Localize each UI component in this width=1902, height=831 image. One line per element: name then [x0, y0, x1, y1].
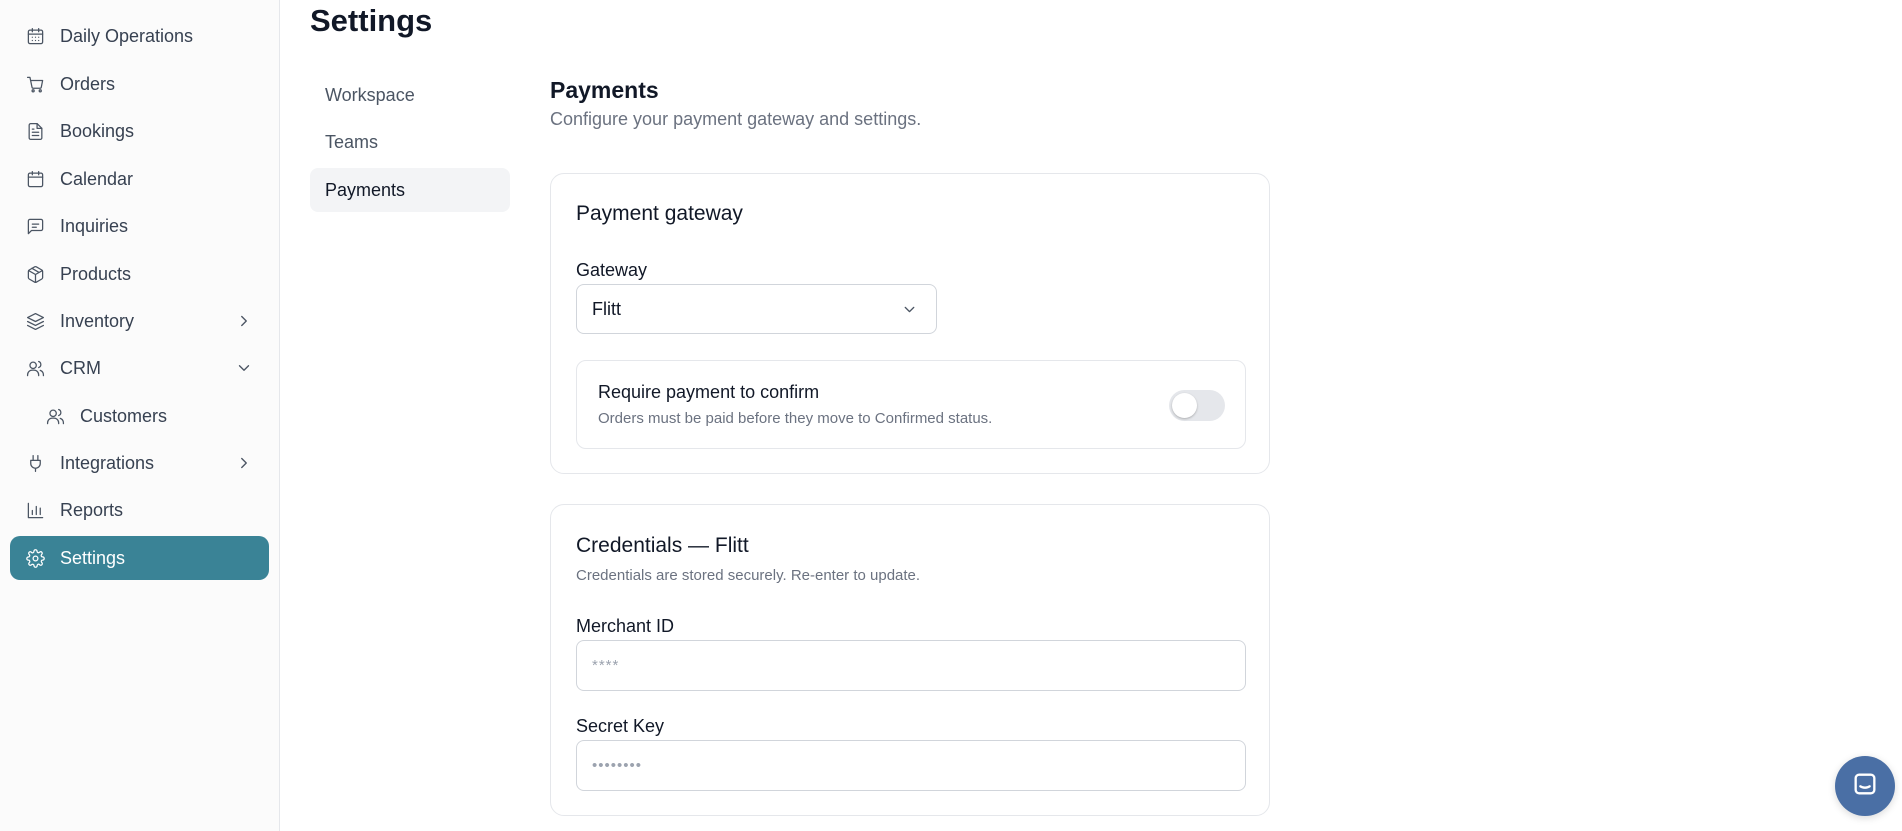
calendar-grid-icon [25, 26, 45, 46]
settings-nav-workspace[interactable]: Workspace [310, 73, 510, 117]
sidebar-item-label: Daily Operations [60, 25, 194, 46]
sidebar: Daily Operations Orders Bookings Calenda… [0, 0, 280, 831]
sidebar-item-bookings[interactable]: Bookings [10, 109, 269, 153]
sidebar-item-settings[interactable]: Settings [10, 536, 269, 580]
merchant-id-input[interactable] [576, 640, 1246, 691]
sidebar-item-reports[interactable]: Reports [10, 488, 269, 532]
sidebar-item-crm[interactable]: CRM [10, 346, 269, 390]
chevron-right-icon [235, 312, 253, 330]
settings-nav-payments[interactable]: Payments [310, 168, 510, 212]
chat-icon [1851, 770, 1879, 803]
sidebar-item-label: CRM [60, 357, 101, 378]
sidebar-item-daily-operations[interactable]: Daily Operations [10, 14, 269, 58]
sidebar-item-label: Bookings [60, 120, 135, 141]
sidebar-item-customers[interactable]: Customers [30, 394, 269, 438]
plug-icon [25, 453, 45, 473]
credentials-card: Credentials — Flitt Credentials are stor… [550, 504, 1270, 816]
box-icon [25, 264, 45, 284]
secret-key-label: Secret Key [576, 716, 665, 736]
section-title: Payments [550, 77, 659, 103]
card-description: Credentials are stored securely. Re-ente… [576, 567, 921, 584]
sidebar-item-label: Calendar [60, 168, 134, 189]
require-payment-description: Orders must be paid before they move to … [598, 410, 993, 427]
gateway-label: Gateway [576, 260, 648, 280]
document-icon [25, 121, 45, 141]
sidebar-item-label: Orders [60, 73, 116, 94]
sidebar-item-label: Inventory [60, 310, 135, 331]
layers-icon [25, 311, 45, 331]
chevron-down-icon [235, 359, 253, 377]
sidebar-item-orders[interactable]: Orders [10, 62, 269, 106]
users-icon [25, 358, 45, 378]
gear-icon [25, 548, 45, 568]
chevron-right-icon [235, 454, 253, 472]
gateway-select-value: Flitt [592, 298, 621, 319]
sidebar-item-calendar[interactable]: Calendar [10, 157, 269, 201]
sidebar-item-products[interactable]: Products [10, 252, 269, 296]
message-icon [25, 216, 45, 236]
sidebar-item-integrations[interactable]: Integrations [10, 441, 269, 485]
sidebar-item-label: Integrations [60, 452, 155, 473]
card-title: Credentials — Flitt [576, 534, 749, 557]
page-title: Settings [310, 3, 433, 38]
card-title: Payment gateway [576, 202, 743, 225]
calendar-icon [25, 169, 45, 189]
sidebar-item-label: Inquiries [60, 215, 129, 236]
bar-chart-icon [25, 500, 45, 520]
require-payment-toggle[interactable] [1169, 390, 1225, 421]
sidebar-item-label: Settings [60, 547, 126, 568]
cart-icon [25, 74, 45, 94]
secret-key-input[interactable] [576, 740, 1246, 791]
sidebar-item-inquiries[interactable]: Inquiries [10, 204, 269, 248]
sidebar-item-label: Customers [80, 405, 168, 426]
require-payment-row: Require payment to confirm Orders must b… [576, 360, 1246, 449]
sidebar-item-label: Products [60, 263, 132, 284]
chat-launcher-button[interactable] [1835, 756, 1895, 816]
sidebar-item-label: Reports [60, 499, 124, 520]
require-payment-title: Require payment to confirm [598, 382, 820, 402]
chevron-down-icon [901, 301, 918, 318]
section-description: Configure your payment gateway and setti… [550, 109, 922, 129]
settings-nav-teams[interactable]: Teams [310, 120, 510, 164]
merchant-id-label: Merchant ID [576, 616, 675, 636]
payment-gateway-card: Payment gateway Gateway Flitt Require pa… [550, 173, 1270, 474]
toggle-knob [1172, 393, 1197, 418]
users-icon [45, 406, 65, 426]
gateway-select[interactable]: Flitt [576, 284, 937, 334]
sidebar-item-inventory[interactable]: Inventory [10, 299, 269, 343]
